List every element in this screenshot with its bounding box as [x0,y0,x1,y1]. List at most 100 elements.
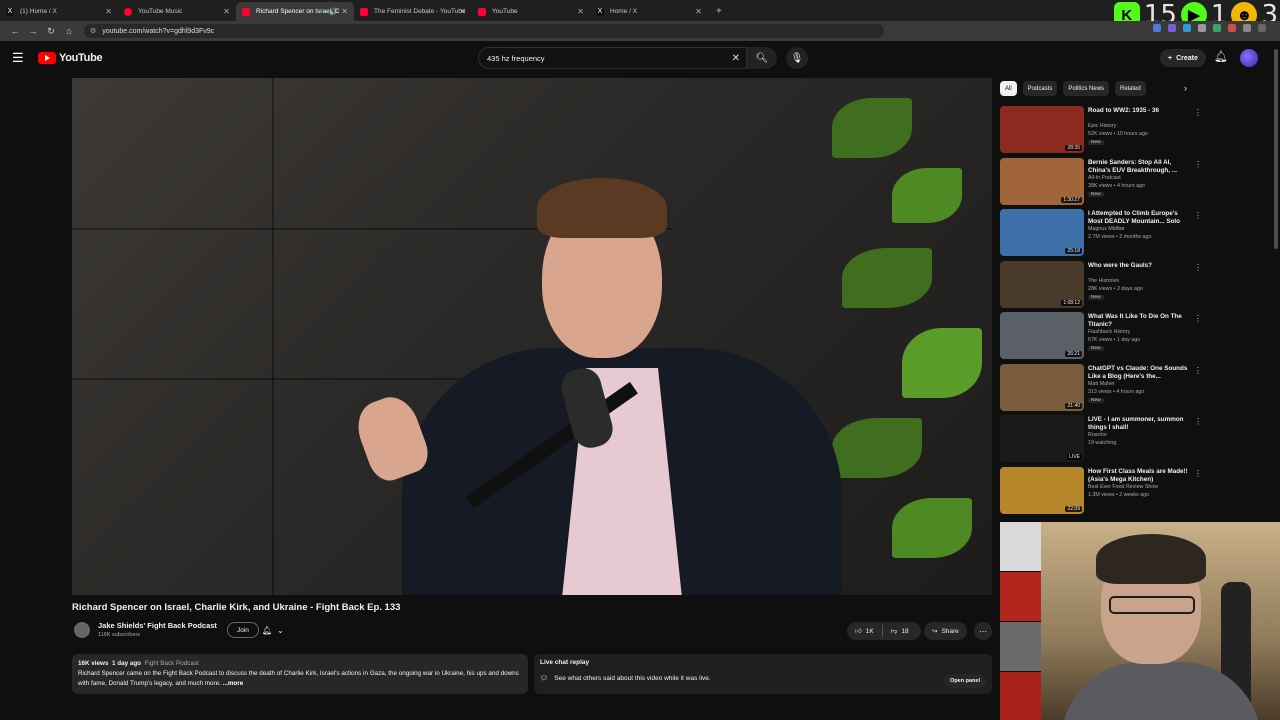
recommendation-title[interactable]: Who were the Gauls? [1088,262,1192,270]
recommendation-title[interactable]: How First Class Meals are Made!! (Asia's… [1088,468,1192,484]
notifications-bell-icon[interactable]: 🔔︎ [1214,50,1228,63]
recommendation-title[interactable]: ChatGPT vs Claude: One Sounds Like a Blo… [1088,365,1192,381]
recommendation-title[interactable]: Bernie Sanders: Stop All AI, China's EUV… [1088,159,1192,175]
video-thumbnail[interactable]: 21:40 [1000,363,1084,411]
recommendation-channel[interactable]: Roarrior [1088,432,1107,438]
recommendation-item[interactable]: 1:08:12 Who were the Gauls? The Histories 2… [1000,259,1205,311]
close-tab-icon[interactable]: ✕ [695,7,702,16]
share-button[interactable]: ↪ Share [924,622,967,640]
extension-icon[interactable] [1183,24,1191,32]
video-thumbnail[interactable] [1000,572,1041,621]
reload-icon[interactable]: ↻ [42,26,60,37]
extension-icon[interactable] [1168,24,1176,32]
back-icon[interactable]: ← [6,26,24,36]
video-thumbnail[interactable]: 25:18 [1000,209,1084,256]
chip-podcasts[interactable]: Podcasts [1022,81,1058,96]
recommendation-channel[interactable]: Flashback History [1088,329,1130,335]
video-thumbnail[interactable]: LIVE [1000,415,1084,462]
recommendation-channel[interactable]: Best Ever Food Review Show [1088,484,1158,490]
dislike-button[interactable]: 👎︎ 18 [883,627,917,636]
search-input[interactable]: 435 hz frequency ✕ [478,47,747,69]
extension-icon[interactable] [1213,24,1221,32]
chip-related[interactable]: Related [1115,81,1146,96]
channel-name[interactable]: Jake Shields' Fight Back Podcast [98,621,217,630]
extension-icon[interactable] [1153,24,1161,32]
recommendation-item[interactable]: 1:30:27 Bernie Sanders: Stop All AI, Chin… [1000,156,1205,208]
recommendation-item[interactable]: 26:21 What Was It Like To Die On The Tita… [1000,310,1205,362]
recommendation-channel[interactable]: Magnus Midtbø [1088,226,1125,232]
close-tab-icon[interactable]: ✕ [223,7,230,16]
like-button[interactable]: 👍︎ 1K [847,627,882,636]
recommendation-item[interactable]: 22:09 How First Class Meals are Made!! (A… [1000,465,1205,517]
video-thumbnail[interactable] [1000,622,1041,671]
more-options-icon[interactable]: ⋮ [1194,366,1202,375]
video-thumbnail[interactable]: 28:35 [1000,106,1084,153]
show-more-link[interactable]: ...more [223,680,244,687]
recommendation-item[interactable]: 28:35 Road to WW2: 1935 - 36 Epic History 5… [1000,104,1205,156]
subscription-bell-button[interactable]: 🔔︎ ⌄ [262,622,296,638]
video-thumbnail[interactable] [1000,522,1041,571]
more-options-icon[interactable]: ⋮ [1194,108,1202,117]
browser-tab[interactable]: YouTube ✕ [472,2,590,21]
extension-icon[interactable] [1198,24,1206,32]
youtube-logo[interactable]: YouTube [38,52,103,64]
new-tab-button[interactable]: + [708,2,730,21]
recommendation-channel[interactable]: Epic History [1088,123,1116,129]
hamburger-menu-icon[interactable]: ☰ [12,50,28,66]
recommendation-item[interactable]: 25:18 I Attempted to Climb Europe's Most … [1000,207,1205,259]
more-options-icon[interactable]: ⋮ [1194,263,1202,272]
close-tab-icon[interactable]: ✕ [105,7,112,16]
scrollbar-thumb[interactable] [1274,49,1278,249]
more-options-icon[interactable]: ⋮ [1194,417,1202,426]
home-icon[interactable]: ⌂ [60,26,78,36]
more-options-icon[interactable]: ⋮ [1194,211,1202,220]
clear-search-icon[interactable]: ✕ [732,53,740,64]
channel-avatar[interactable] [74,622,90,638]
join-button[interactable]: Join [227,622,259,638]
site-info-icon[interactable]: ⚙ [90,27,96,35]
url-field[interactable]: ⚙ youtube.com/watch?v=gdhl9d3Fv9c [84,24,884,38]
recommendation-title[interactable]: What Was It Like To Die On The Titanic? [1088,313,1192,329]
recommendation-title[interactable]: I Attempted to Climb Europe's Most DEADL… [1088,210,1192,226]
browser-tab[interactable]: X Home / X ✕ [590,2,708,21]
voice-search-button[interactable]: 🎙︎ [786,47,808,69]
video-thumbnail[interactable]: 1:08:12 [1000,260,1084,308]
create-button[interactable]: + Create [1160,49,1206,67]
speaker-icon[interactable]: 🔊 [329,8,338,16]
hashtag-link[interactable]: Fight Back Podcast [145,660,199,667]
browser-tab[interactable]: X (1) Home / X ✕ [0,2,118,21]
video-thumbnail[interactable]: 22:09 [1000,466,1084,514]
close-tab-icon[interactable]: ✕ [577,7,584,16]
browser-tab[interactable]: YouTube Music ✕ [118,2,236,21]
page-scrollbar[interactable] [1272,41,1280,521]
extension-icon[interactable] [1243,24,1251,32]
recommendation-channel[interactable]: All-In Podcast [1088,175,1121,181]
recommendation-title[interactable]: Road to WW2: 1935 - 36 [1088,107,1192,115]
more-options-icon[interactable]: ⋮ [1194,469,1202,478]
search-button[interactable]: 🔍︎ [747,47,777,69]
close-tab-icon[interactable]: ✕ [459,7,466,16]
open-panel-button[interactable]: Open panel [944,674,986,688]
extension-icon[interactable] [1258,24,1266,32]
more-actions-button[interactable]: ⋯ [974,622,992,640]
recommendation-title[interactable]: LIVE - I am summoner, summon things I sh… [1088,416,1192,432]
video-thumbnail[interactable]: 26:21 [1000,312,1084,359]
more-options-icon[interactable]: ⋮ [1194,160,1202,169]
browser-tab-active[interactable]: Richard Spencer on Israel, C 🔊 ✕ [236,2,354,21]
more-options-icon[interactable]: ⋮ [1194,314,1202,323]
forward-icon[interactable]: → [24,26,42,36]
recommendation-item[interactable]: LIVE LIVE - I am summoner, summon things … [1000,413,1205,465]
recommendation-channel[interactable]: Matt Maher [1088,381,1115,387]
extension-icon[interactable] [1228,24,1236,32]
video-player[interactable] [72,78,992,595]
chip-all[interactable]: All [1000,81,1017,96]
chip-politics-news[interactable]: Politics News [1063,81,1110,96]
close-tab-icon[interactable]: ✕ [341,7,348,16]
chevron-right-icon[interactable]: › [1184,83,1187,93]
video-thumbnail[interactable] [1000,672,1041,720]
recommendation-item[interactable]: 21:40 ChatGPT vs Claude: One Sounds Like … [1000,362,1205,414]
browser-tab[interactable]: The Feminist Debate - YouTube ✕ [354,2,472,21]
recommendation-channel[interactable]: The Histories [1088,278,1119,284]
description-box[interactable]: 16K views 1 day ago Fight Back Podcast R… [72,654,528,694]
account-avatar[interactable] [1240,49,1258,67]
